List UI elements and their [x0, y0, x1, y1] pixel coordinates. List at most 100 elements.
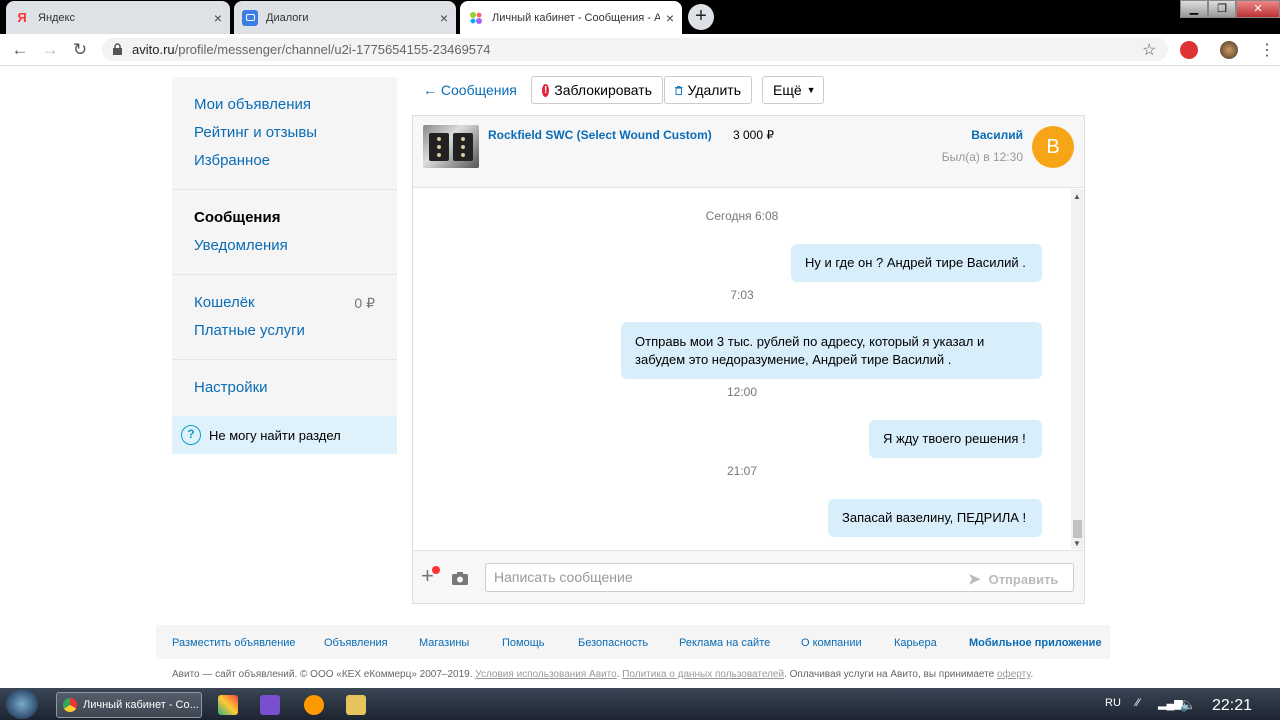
- message-bubble: Я жду твоего решения !: [869, 420, 1042, 458]
- message-bubble: Отправь мои 3 тыс. рублей по адресу, кот…: [621, 322, 1042, 379]
- footer-link-security[interactable]: Безопасность: [578, 637, 648, 649]
- footer-link-ads[interactable]: Объявления: [324, 637, 388, 649]
- question-icon: ?: [181, 425, 201, 445]
- delete-label: Удалить: [687, 82, 741, 98]
- sidebar-item-messages[interactable]: Сообщения: [194, 204, 375, 232]
- block-button[interactable]: ! Заблокировать: [531, 76, 663, 104]
- policy-link[interactable]: Политика о данных пользователей: [622, 669, 784, 680]
- scrollbar-thumb[interactable]: [1073, 520, 1082, 538]
- reload-icon[interactable]: ↻: [70, 40, 90, 60]
- signal-icon[interactable]: ▂▄▆: [1158, 697, 1183, 710]
- tab-title: Яндекс: [38, 11, 75, 24]
- last-seen: Был(а) в 12:30: [941, 150, 1023, 164]
- bookmark-star-icon[interactable]: ☆: [1142, 40, 1156, 60]
- message-bubble: Ну и где он ? Андрей тире Василий .: [791, 244, 1042, 282]
- item-price: 3 000 ₽: [733, 128, 774, 142]
- sidebar-item-wallet[interactable]: Кошелёк: [194, 289, 255, 317]
- sidebar-item-favorites[interactable]: Избранное: [194, 147, 375, 175]
- timestamp: Сегодня 6:08: [705, 209, 779, 223]
- maximize-button[interactable]: ❐: [1208, 0, 1236, 18]
- visual-studio-icon[interactable]: [260, 695, 280, 715]
- footer-link-advertising[interactable]: Реклама на сайте: [679, 637, 770, 649]
- terms-link[interactable]: Условия использования Авито: [475, 669, 616, 680]
- notification-dot: [432, 566, 440, 574]
- offer-link[interactable]: оферту: [997, 669, 1030, 680]
- send-arrow-icon: ➤: [968, 571, 981, 588]
- sidebar-item-settings[interactable]: Настройки: [194, 374, 375, 402]
- footer-link-mobile-app[interactable]: Мобильное приложение: [969, 637, 1102, 649]
- delete-button[interactable]: Удалить: [664, 76, 752, 104]
- block-label: Заблокировать: [554, 82, 652, 98]
- chat-icon: [242, 9, 258, 26]
- footer-legal: Авито — сайт объявлений. © ООО «КЕХ еКом…: [172, 669, 1034, 680]
- forward-arrow-icon[interactable]: →: [40, 40, 60, 60]
- window-controls: ▁ ❐ ✕: [1180, 0, 1280, 18]
- tray-network-icon[interactable]: ⁄⁄: [1136, 697, 1140, 709]
- avatar[interactable]: В: [1032, 126, 1074, 168]
- item-thumbnail[interactable]: [423, 125, 479, 168]
- timestamp: 12:00: [726, 385, 758, 399]
- close-tab-icon[interactable]: ×: [666, 10, 674, 26]
- timestamp: 7:03: [730, 288, 754, 302]
- url-host: avito.ru: [132, 42, 175, 57]
- back-arrow-icon[interactable]: ←: [10, 40, 30, 60]
- more-dropdown[interactable]: Ещё ▼: [762, 76, 824, 104]
- paying-note: Оплачивая услуги на Авито, вы принимаете: [789, 669, 995, 680]
- sidebar-item-my-ads[interactable]: Мои объявления: [194, 91, 375, 119]
- adblock-extension-icon[interactable]: [1180, 41, 1198, 59]
- browser-menu-icon[interactable]: ⋮: [1259, 40, 1275, 60]
- back-to-messages-link[interactable]: ← Сообщения: [423, 82, 517, 98]
- help-label: Не могу найти раздел: [209, 427, 341, 443]
- taskbar-chrome-window[interactable]: Личный кабинет - Со...: [56, 692, 202, 718]
- paint-app-icon[interactable]: [218, 695, 238, 715]
- clock[interactable]: 22:21: [1212, 697, 1252, 715]
- app-icon[interactable]: [304, 695, 324, 715]
- tab-dialogs[interactable]: Диалоги ×: [234, 1, 456, 34]
- minimize-button[interactable]: ▁: [1180, 0, 1208, 18]
- address-bar[interactable]: avito.ru/profile/messenger/channel/u2i-1…: [102, 38, 1168, 61]
- start-button[interactable]: [6, 689, 38, 719]
- new-tab-button[interactable]: +: [688, 4, 714, 30]
- avito-icon: [468, 10, 484, 26]
- help-link[interactable]: ? Не могу найти раздел: [172, 416, 397, 454]
- trash-icon: [675, 85, 683, 95]
- footer-link-help[interactable]: Помощь: [502, 637, 545, 649]
- footer-link-post-ad[interactable]: Разместить объявление: [172, 637, 296, 649]
- close-tab-icon[interactable]: ×: [440, 10, 448, 26]
- send-label: Отправить: [988, 572, 1059, 587]
- camera-icon[interactable]: [452, 572, 468, 585]
- footer-link-shops[interactable]: Магазины: [419, 637, 469, 649]
- timestamp: 21:07: [726, 464, 758, 478]
- tab-yandex[interactable]: Я Яндекс ×: [6, 1, 230, 34]
- chrome-icon: [63, 698, 77, 712]
- send-button[interactable]: ➤ Отправить: [968, 570, 1058, 588]
- scroll-down-arrow-icon[interactable]: ▼: [1073, 539, 1081, 548]
- more-label: Ещё: [773, 82, 802, 98]
- warning-icon: !: [542, 83, 550, 97]
- volume-icon[interactable]: 🔈: [1180, 697, 1196, 713]
- tab-avito-messages[interactable]: Личный кабинет - Сообщения - Ави ×: [460, 1, 682, 34]
- chevron-down-icon: ▼: [806, 85, 816, 95]
- back-link-label: ← Сообщения: [423, 82, 517, 98]
- url-path: /profile/messenger/channel/u2i-177565415…: [174, 42, 491, 57]
- file-explorer-icon[interactable]: [346, 695, 366, 715]
- interlocutor-name[interactable]: Василий: [940, 128, 1023, 142]
- extension-icon[interactable]: [1220, 41, 1238, 59]
- close-window-button[interactable]: ✕: [1236, 0, 1280, 18]
- language-indicator[interactable]: RU: [1105, 697, 1121, 709]
- item-title-link[interactable]: Rockfield SWC (Select Wound Custom): [488, 128, 712, 142]
- close-tab-icon[interactable]: ×: [214, 10, 222, 26]
- yandex-icon: Я: [17, 10, 27, 25]
- message-bubble: Запасай вазелину, ПЕДРИЛА !: [828, 499, 1042, 537]
- sidebar-item-paid-services[interactable]: Платные услуги: [194, 317, 375, 345]
- tab-title: Диалоги: [266, 11, 309, 24]
- scroll-up-arrow-icon[interactable]: ▲: [1073, 192, 1081, 201]
- task-label: Личный кабинет - Со...: [83, 699, 199, 711]
- message-scrollbar[interactable]: [1071, 189, 1084, 549]
- footer-link-career[interactable]: Карьера: [894, 637, 937, 649]
- lock-icon: [113, 43, 122, 55]
- sidebar-item-rating[interactable]: Рейтинг и отзывы: [194, 119, 375, 147]
- footer-link-about[interactable]: О компании: [801, 637, 862, 649]
- sidebar-item-notifications[interactable]: Уведомления: [194, 232, 375, 260]
- wallet-balance: 0 ₽: [354, 295, 375, 311]
